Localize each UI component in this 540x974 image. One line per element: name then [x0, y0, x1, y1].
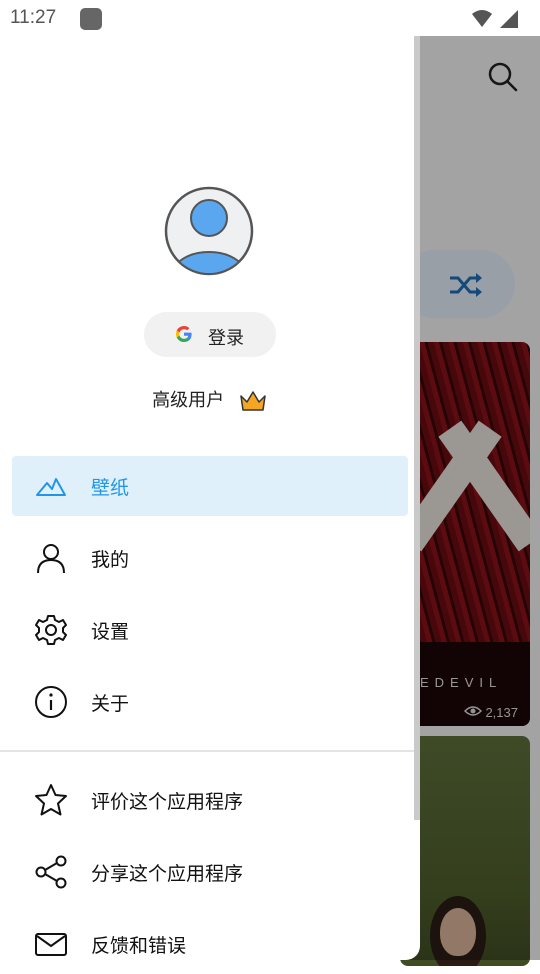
status-time: 11:27 — [10, 7, 57, 28]
menu-item-mine[interactable]: 我的 — [12, 528, 408, 588]
menu-label: 壁纸 — [91, 477, 130, 499]
drawer-scrollbar[interactable] — [414, 36, 420, 820]
google-icon — [176, 326, 192, 342]
menu-item-share-app[interactable]: 分享这个应用程序 — [12, 842, 408, 902]
menu-item-wallpaper[interactable]: 壁纸 — [12, 456, 408, 516]
mail-icon — [35, 933, 67, 956]
menu-item-settings[interactable]: 设置 — [12, 600, 408, 660]
share-icon — [35, 855, 67, 889]
wifi-signal-icon — [472, 10, 518, 28]
menu-item-feedback[interactable]: 反馈和错误 — [12, 914, 408, 974]
premium-user[interactable]: 高级用户 — [0, 386, 420, 413]
gear-icon — [35, 615, 67, 645]
login-label: 登录 — [208, 328, 244, 349]
person-icon — [37, 544, 65, 574]
menu-label: 设置 — [91, 621, 130, 643]
star-icon — [35, 784, 67, 816]
avatar[interactable] — [164, 186, 254, 276]
menu-label: 关于 — [91, 693, 130, 715]
status-icons — [470, 8, 522, 34]
info-icon — [35, 686, 67, 718]
crown-icon — [240, 391, 266, 411]
status-bar: 11:27 — [0, 0, 540, 36]
premium-label: 高级用户 — [152, 390, 225, 411]
menu-item-about[interactable]: 关于 — [12, 672, 408, 732]
menu-item-rate-app[interactable]: 评价这个应用程序 — [12, 770, 408, 830]
notification-app-icon — [80, 8, 102, 30]
menu-label: 分享这个应用程序 — [91, 863, 244, 885]
wallpaper-icon — [36, 478, 66, 496]
google-login-button[interactable]: 登录 — [144, 312, 276, 357]
menu-label: 评价这个应用程序 — [91, 791, 244, 813]
menu-divider — [0, 750, 420, 752]
menu-label: 反馈和错误 — [91, 935, 187, 957]
menu-label: 我的 — [91, 549, 130, 571]
